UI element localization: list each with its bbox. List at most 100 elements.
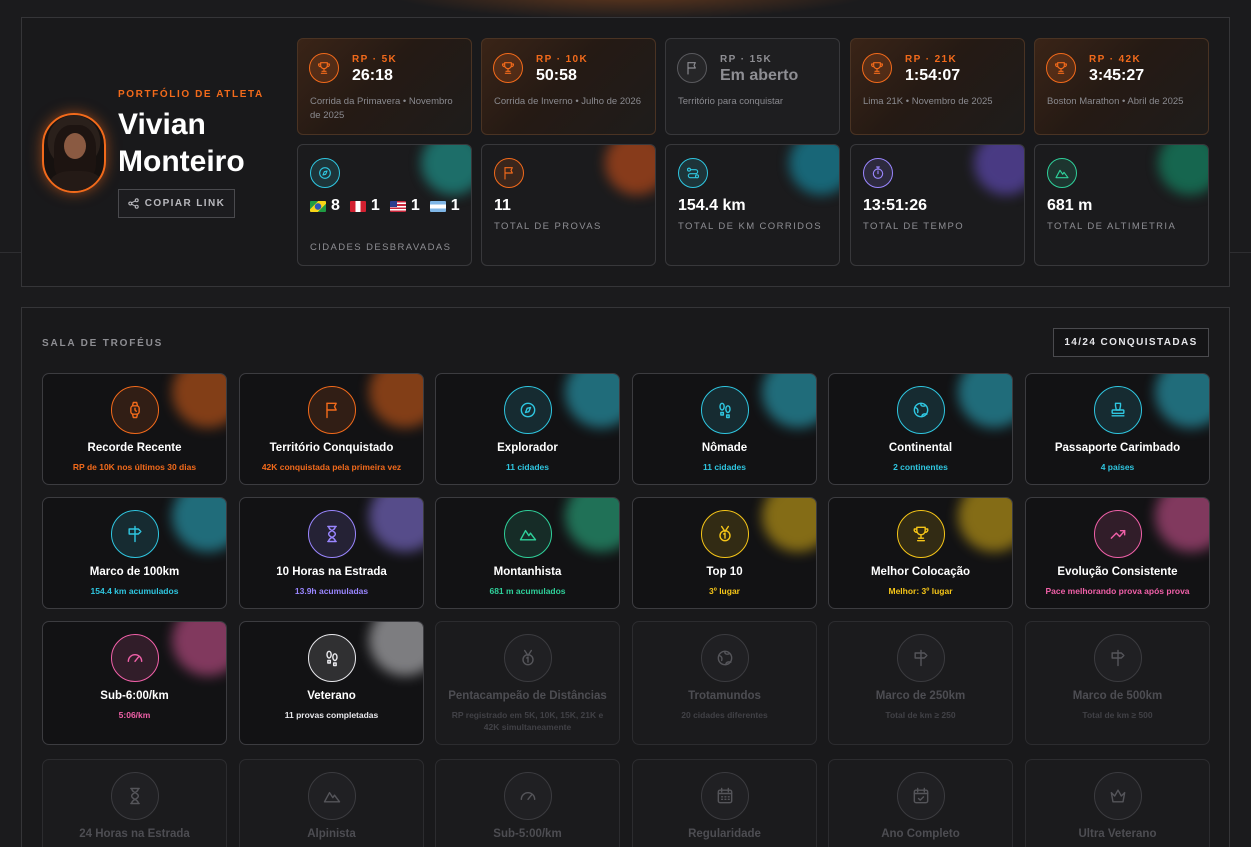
trophy-card[interactable]: Trotamundos 20 cidades diferentes (632, 621, 817, 745)
achievements-count-badge: 14/24 CONQUISTADAS (1053, 328, 1209, 357)
card-glow (605, 145, 655, 195)
trophy-card[interactable]: Continental 2 continentes (828, 373, 1013, 485)
trophy-card[interactable]: 10 Horas na Estrada 13.9h acumuladas (239, 497, 424, 609)
trophy-card[interactable]: Ano Completo (828, 759, 1013, 847)
trophy-name: Pentacampeão de Distâncias (448, 690, 607, 702)
trophy-card[interactable]: Veterano 11 provas completadas (239, 621, 424, 745)
trophy-name: Ano Completo (881, 828, 960, 840)
country-count: 8 (310, 197, 340, 215)
trophy-name: Sub-6:00/km (100, 690, 169, 702)
card-glow (565, 498, 619, 552)
trophy-card[interactable]: Explorador 11 cidades (435, 373, 620, 485)
trophy-card[interactable]: Sub-5:00/km (435, 759, 620, 847)
stat-label: TOTAL DE TEMPO (863, 221, 965, 232)
card-glow (369, 622, 423, 676)
stat-label: TOTAL DE PROVAS (494, 221, 602, 232)
card-glow (1158, 145, 1208, 195)
calendar-icon (700, 772, 749, 820)
personal-record-card[interactable]: RP · 15K Em aberto Território para conquis… (665, 38, 840, 135)
card-glow (789, 145, 839, 195)
personal-record-card[interactable]: RP · 10K 50:58 Corrida de Inverno • Julho … (481, 38, 656, 135)
trophy-icon (493, 53, 523, 83)
trophy-card[interactable]: Ultra Veterano (1025, 759, 1210, 847)
stat-card: 13:51:26 TOTAL DE TEMPO (850, 144, 1025, 266)
trophy-icon (309, 53, 339, 83)
route-icon (678, 158, 708, 188)
record-distance: RP · 15K (720, 54, 773, 65)
trophy-description: 13.9h acumuladas (294, 586, 369, 596)
record-event: Corrida da Primavera • Novembro de 2025 (310, 96, 453, 121)
stat-value: 681 m (1047, 197, 1093, 214)
trophy-description: 11 provas completadas (284, 710, 379, 720)
trophy-description: 2 continentes (893, 462, 948, 472)
country-count-value: 1 (450, 197, 460, 214)
hourglass-icon (307, 510, 356, 558)
footprints-icon (307, 634, 356, 682)
card-glow (369, 374, 423, 428)
signpost-icon (1093, 634, 1142, 682)
trophy-card[interactable]: Marco de 500km Total de km ≥ 500 (1025, 621, 1210, 745)
trophy-icon (862, 53, 892, 83)
trophy-card[interactable]: Recorde Recente RP de 10K nos últimos 30 … (42, 373, 227, 485)
stat-value: 154.4 km (678, 197, 746, 214)
trophy-name: Passaporte Carimbado (1054, 442, 1181, 454)
footprints-icon (700, 386, 749, 434)
trophy-card[interactable]: Regularidade (632, 759, 817, 847)
trophy-description: 4 países (1100, 462, 1135, 472)
trophy-card[interactable]: Evolução Consistente Pace melhorando prov… (1025, 497, 1210, 609)
stat-card-cities: 8 1 1 1 CIDADES DESBRAVADAS (297, 144, 472, 266)
trophy-name: Ultra Veterano (1078, 828, 1157, 840)
trophy-name: Recorde Recente (87, 442, 182, 454)
card-glow (172, 374, 226, 428)
trophy-card[interactable]: Montanhista 681 m acumulados (435, 497, 620, 609)
athlete-name: Vivian Monteiro (118, 108, 245, 178)
country-count-value: 1 (370, 197, 380, 214)
hourglass-icon (110, 772, 159, 820)
trophy-card[interactable]: Top 10 3º lugar (632, 497, 817, 609)
mountain-icon (307, 772, 356, 820)
country-count-value: 1 (410, 197, 420, 214)
flag-icon (494, 158, 524, 188)
trophy-card[interactable]: Sub-6:00/km 5:06/km (42, 621, 227, 745)
trophy-card[interactable]: Passaporte Carimbado 4 países (1025, 373, 1210, 485)
trophy-card[interactable]: 24 Horas na Estrada (42, 759, 227, 847)
copy-link-button[interactable]: COPIAR LINK (118, 189, 235, 218)
trophy-card[interactable]: Alpinista (239, 759, 424, 847)
trophy-name: Marco de 100km (89, 566, 180, 578)
stamp-icon (1093, 386, 1142, 434)
stat-label: CIDADES DESBRAVADAS (310, 242, 452, 253)
record-event: Boston Marathon • Abril de 2025 (1047, 96, 1184, 107)
trophy-card[interactable]: Pentacampeão de Distâncias RP registrado … (435, 621, 620, 745)
trophy-name: Explorador (497, 442, 558, 454)
record-time: 26:18 (352, 67, 393, 84)
section-title: SALA DE TROFÉUS (42, 338, 164, 349)
trophy-card[interactable]: Território Conquistado 42K conquistada pe… (239, 373, 424, 485)
trophy-card[interactable]: Marco de 100km 154.4 km acumulados (42, 497, 227, 609)
personal-record-card[interactable]: RP · 42K 3:45:27 Boston Marathon • Abril d… (1034, 38, 1209, 135)
signpost-icon (896, 634, 945, 682)
personal-record-card[interactable]: RP · 21K 1:54:07 Lima 21K • Novembro de 20… (850, 38, 1025, 135)
mountain-icon (503, 510, 552, 558)
trophy-card[interactable]: Marco de 250km Total de km ≥ 250 (828, 621, 1013, 745)
card-glow (172, 498, 226, 552)
compass-icon (503, 386, 552, 434)
trophy-description: 11 cidades (505, 462, 549, 472)
crown-icon (1093, 772, 1142, 820)
card-glow (762, 498, 816, 552)
trophy-description: 154.4 km acumulados (90, 586, 179, 596)
record-time: 3:45:27 (1089, 67, 1145, 84)
flag-icon (307, 386, 356, 434)
trophy-name: Top 10 (706, 566, 743, 578)
stat-card: 154.4 km TOTAL DE KM CORRIDOS (665, 144, 840, 266)
trophy-name: Alpinista (307, 828, 356, 840)
trophy-card[interactable]: Melhor Colocação Melhor: 3º lugar (828, 497, 1013, 609)
share-icon (128, 198, 139, 209)
flag-icon-pe (349, 200, 366, 212)
record-time: 1:54:07 (905, 67, 961, 84)
trophy-name: Veterano (307, 690, 356, 702)
stat-label: TOTAL DE KM CORRIDOS (678, 221, 822, 232)
trophy-description: 3º lugar (709, 586, 740, 596)
trophy-card[interactable]: Nômade 11 cidades (632, 373, 817, 485)
country-list: 8 1 1 1 (310, 197, 470, 215)
personal-record-card[interactable]: RP · 5K 26:18 Corrida da Primavera • Novem… (297, 38, 472, 135)
